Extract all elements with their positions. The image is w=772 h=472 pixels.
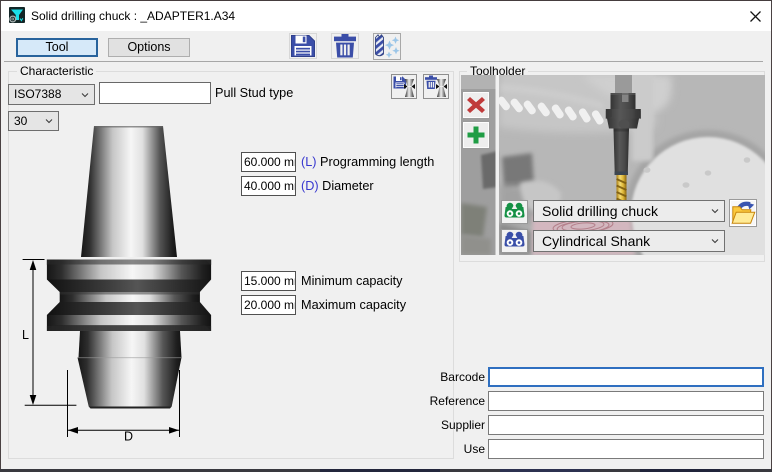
svg-text:D: D [124, 430, 133, 444]
svg-text:L: L [22, 328, 29, 342]
